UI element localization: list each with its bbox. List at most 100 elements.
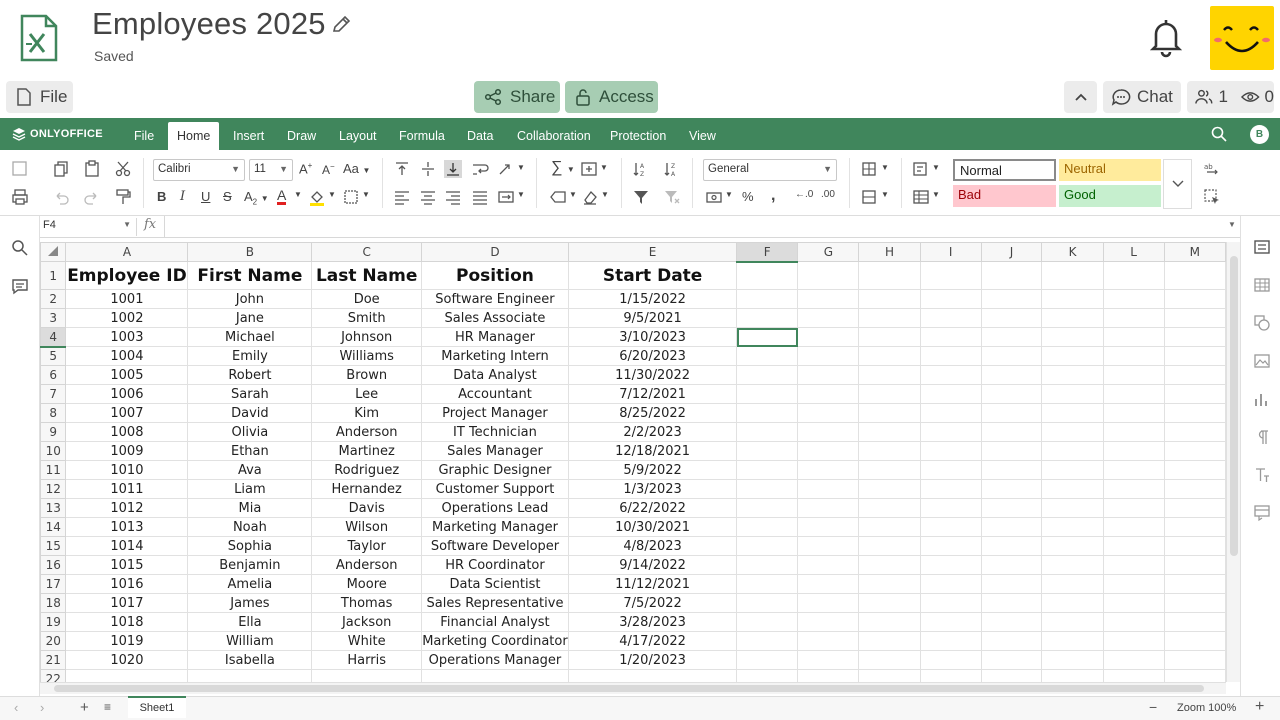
cell-i21[interactable] bbox=[919, 650, 982, 670]
cell-k9[interactable] bbox=[1041, 422, 1104, 442]
formula-input[interactable] bbox=[164, 216, 1224, 237]
cell-g3[interactable] bbox=[797, 308, 860, 328]
filter-icon[interactable] bbox=[632, 188, 650, 206]
share-button[interactable]: Share bbox=[474, 81, 560, 113]
cell-j1[interactable] bbox=[980, 261, 1043, 290]
cell-g9[interactable] bbox=[797, 422, 860, 442]
cell-e11[interactable]: 5/9/2022 bbox=[567, 460, 738, 480]
format-painter-icon[interactable] bbox=[114, 188, 132, 206]
cell-m3[interactable] bbox=[1163, 308, 1226, 328]
tab-file[interactable]: File bbox=[125, 122, 163, 150]
cell-j11[interactable] bbox=[980, 460, 1043, 480]
row-header[interactable]: 6 bbox=[40, 365, 67, 385]
cell-f14[interactable] bbox=[736, 517, 799, 537]
cell-c2[interactable]: Doe bbox=[311, 289, 422, 309]
chevron-down-icon[interactable]: ▼ bbox=[517, 163, 525, 172]
print-icon[interactable] bbox=[11, 188, 29, 206]
cell-a20[interactable]: 1019 bbox=[65, 631, 189, 651]
row-header[interactable]: 15 bbox=[40, 536, 67, 556]
cell-f22[interactable] bbox=[736, 669, 799, 682]
chevron-down-icon[interactable]: ▼ bbox=[362, 190, 370, 199]
chevron-down-icon[interactable]: ▼ bbox=[569, 190, 577, 199]
bold-icon[interactable]: B bbox=[157, 189, 166, 204]
row-header[interactable]: 4 bbox=[40, 327, 67, 348]
merge-cells-icon[interactable] bbox=[497, 188, 515, 206]
cell-a21[interactable]: 1020 bbox=[65, 650, 189, 670]
cell-style-good[interactable]: Good bbox=[1059, 185, 1161, 207]
cell-c12[interactable]: Hernandez bbox=[311, 479, 422, 499]
cell-i20[interactable] bbox=[919, 631, 982, 651]
cell-e4[interactable]: 3/10/2023 bbox=[567, 327, 738, 347]
tab-insert[interactable]: Insert bbox=[224, 122, 273, 150]
cell-m11[interactable] bbox=[1163, 460, 1226, 480]
cell-e3[interactable]: 9/5/2021 bbox=[567, 308, 738, 328]
column-header-k[interactable]: K bbox=[1041, 242, 1104, 262]
cell-m13[interactable] bbox=[1163, 498, 1226, 518]
cell-i16[interactable] bbox=[919, 555, 982, 575]
user-avatar[interactable] bbox=[1210, 6, 1274, 70]
cell-l13[interactable] bbox=[1102, 498, 1165, 518]
chevron-down-icon[interactable]: ▼ bbox=[601, 190, 609, 199]
cell-i5[interactable] bbox=[919, 346, 982, 366]
cell-b5[interactable]: Emily bbox=[187, 346, 313, 366]
cell-b7[interactable]: Sarah bbox=[187, 384, 313, 404]
cell-l16[interactable] bbox=[1102, 555, 1165, 575]
cell-d22[interactable] bbox=[420, 669, 569, 682]
cell-f7[interactable] bbox=[736, 384, 799, 404]
cell-l10[interactable] bbox=[1102, 441, 1165, 461]
cell-h22[interactable] bbox=[858, 669, 921, 682]
cell-f16[interactable] bbox=[736, 555, 799, 575]
cell-e9[interactable]: 2/2/2023 bbox=[567, 422, 738, 442]
cell-m10[interactable] bbox=[1163, 441, 1226, 461]
cell-l4[interactable] bbox=[1102, 327, 1165, 347]
autosum-icon[interactable]: ∑ ▼ bbox=[551, 159, 575, 177]
cell-e21[interactable]: 1/20/2023 bbox=[567, 650, 738, 670]
cell-k22[interactable] bbox=[1041, 669, 1104, 682]
cell-b2[interactable]: John bbox=[187, 289, 313, 309]
fill-color-icon[interactable] bbox=[308, 188, 326, 206]
cell-j13[interactable] bbox=[980, 498, 1043, 518]
cell-c17[interactable]: Moore bbox=[311, 574, 422, 594]
cell-f6[interactable] bbox=[736, 365, 799, 385]
paragraph-settings-icon[interactable] bbox=[1253, 428, 1271, 446]
cell-k14[interactable] bbox=[1041, 517, 1104, 537]
cell-k1[interactable] bbox=[1041, 261, 1104, 290]
user-initial-badge[interactable]: B bbox=[1250, 125, 1269, 144]
image-settings-icon[interactable] bbox=[1253, 352, 1271, 370]
cell-f8[interactable] bbox=[736, 403, 799, 423]
cell-m9[interactable] bbox=[1163, 422, 1226, 442]
cell-l6[interactable] bbox=[1102, 365, 1165, 385]
cell-i18[interactable] bbox=[919, 593, 982, 613]
cell-g4[interactable] bbox=[797, 327, 860, 347]
align-middle-icon[interactable] bbox=[419, 160, 437, 178]
cell-d17[interactable]: Data Scientist bbox=[420, 574, 569, 594]
fx-icon[interactable]: fx bbox=[144, 217, 156, 232]
cell-i7[interactable] bbox=[919, 384, 982, 404]
clear-filter-icon[interactable] bbox=[663, 188, 681, 206]
cell-m1[interactable] bbox=[1163, 261, 1226, 290]
cell-b22[interactable] bbox=[187, 669, 313, 682]
cell-d3[interactable]: Sales Associate bbox=[420, 308, 569, 328]
cell-h11[interactable] bbox=[858, 460, 921, 480]
cell-d16[interactable]: HR Coordinator bbox=[420, 555, 569, 575]
horizontal-scroll-thumb[interactable] bbox=[54, 685, 1204, 692]
cell-i12[interactable] bbox=[919, 479, 982, 499]
align-justify-icon[interactable] bbox=[471, 188, 489, 206]
chevron-down-icon[interactable]: ▼ bbox=[932, 163, 940, 172]
cell-d14[interactable]: Marketing Manager bbox=[420, 517, 569, 537]
conditional-formatting-icon[interactable] bbox=[912, 160, 930, 178]
cell-c22[interactable] bbox=[311, 669, 422, 682]
cell-b15[interactable]: Sophia bbox=[187, 536, 313, 556]
cell-m12[interactable] bbox=[1163, 479, 1226, 499]
cell-l2[interactable] bbox=[1102, 289, 1165, 309]
cell-h20[interactable] bbox=[858, 631, 921, 651]
cell-a15[interactable]: 1014 bbox=[65, 536, 189, 556]
cell-j14[interactable] bbox=[980, 517, 1043, 537]
zoom-out-icon[interactable]: − bbox=[1149, 699, 1157, 715]
cell-c1[interactable]: Last Name bbox=[311, 261, 422, 290]
cell-b8[interactable]: David bbox=[187, 403, 313, 423]
cell-k3[interactable] bbox=[1041, 308, 1104, 328]
cell-a6[interactable]: 1005 bbox=[65, 365, 189, 385]
sort-descending-icon[interactable]: ZA bbox=[663, 160, 681, 178]
cell-k4[interactable] bbox=[1041, 327, 1104, 347]
